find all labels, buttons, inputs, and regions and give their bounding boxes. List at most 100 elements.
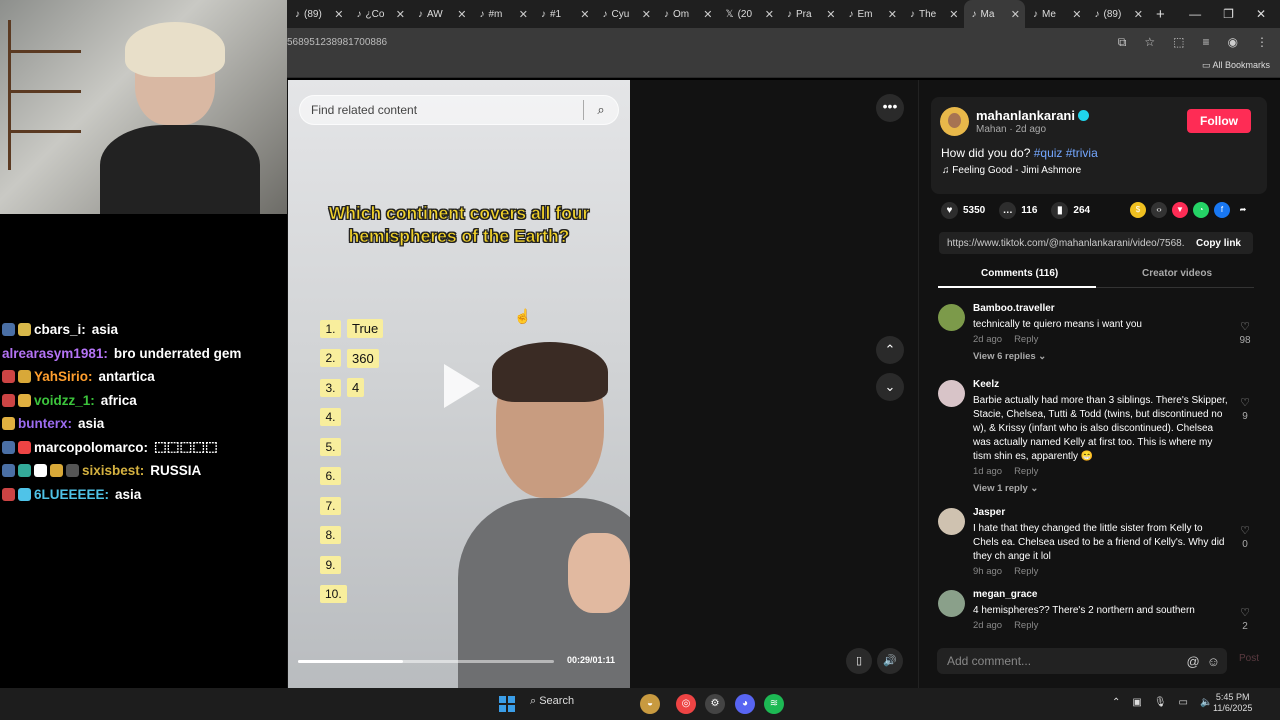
creator-avatar[interactable] xyxy=(940,107,969,136)
comment-heart-icon[interactable]: ♡ xyxy=(1236,606,1254,619)
close-icon[interactable]: ✕ xyxy=(703,8,712,21)
browser-tab[interactable]: ♪ (89) ✕ xyxy=(1087,0,1149,28)
star-icon[interactable]: ☆ xyxy=(1144,35,1155,50)
mic-icon[interactable]: 🎙 xyxy=(1154,697,1167,708)
extensions-icon[interactable]: ⬚ xyxy=(1173,35,1184,50)
embed-icon[interactable]: ‹› xyxy=(1151,202,1167,218)
related-search-input[interactable] xyxy=(300,103,583,117)
browser-tab[interactable]: ♪ (89) ✕ xyxy=(287,0,349,28)
next-video-icon[interactable]: ⌄ xyxy=(876,373,904,401)
browser-tab[interactable]: ♪ ¿Co ✕ xyxy=(349,0,411,28)
save-button[interactable]: ▮ 264 xyxy=(1051,201,1090,219)
media-icon[interactable]: ≡ xyxy=(1203,35,1210,50)
coin-icon[interactable]: $ xyxy=(1130,202,1146,218)
browser-tab[interactable]: ♪ #m ✕ xyxy=(472,0,534,28)
add-comment-box[interactable]: @ ☺ xyxy=(937,648,1227,674)
send-icon[interactable]: ▼ xyxy=(1172,202,1188,218)
view-replies-button[interactable]: View 6 replies ⌄ xyxy=(973,351,1046,362)
post-link[interactable]: https://www.tiktok.com/@mahanlankarani/v… xyxy=(939,238,1184,249)
like-button[interactable]: ♥ 5350 xyxy=(941,201,985,219)
play-icon[interactable] xyxy=(444,364,480,408)
chat-username[interactable]: alrearasym1981: xyxy=(2,346,108,361)
more-options-icon[interactable]: ••• xyxy=(876,94,904,122)
comment-heart-icon[interactable]: ♡ xyxy=(1236,396,1254,409)
copy-link-button[interactable]: Copy link xyxy=(1196,238,1253,249)
facebook-icon[interactable]: f xyxy=(1214,202,1230,218)
speaker-icon[interactable]: 🔈 xyxy=(1200,697,1212,708)
comment-avatar[interactable] xyxy=(938,304,965,331)
taskbar-search[interactable]: ⌕ Search xyxy=(530,695,574,708)
comment-avatar[interactable] xyxy=(938,590,965,617)
taskbar-food-icon[interactable]: ◒ xyxy=(640,694,660,714)
browser-tab[interactable]: ♪ Em ✕ xyxy=(841,0,903,28)
chat-username[interactable]: 6LUEEEEE: xyxy=(34,487,109,502)
close-icon[interactable]: ✕ xyxy=(334,8,343,21)
search-icon[interactable]: ⌕ xyxy=(584,102,618,118)
hashtags[interactable]: #quiz #trivia xyxy=(1034,146,1098,160)
tray-app-icon[interactable]: ▣ xyxy=(1132,697,1141,708)
reply-button[interactable]: Reply xyxy=(1014,566,1038,577)
chat-username[interactable]: bunterx: xyxy=(18,416,72,431)
maximize-icon[interactable]: ❐ xyxy=(1223,7,1234,21)
whatsapp-icon[interactable]: ◔ xyxy=(1193,202,1209,218)
close-icon[interactable]: ✕ xyxy=(396,8,405,21)
tab-creator-videos[interactable]: Creator videos xyxy=(1142,268,1212,279)
close-icon[interactable]: ✕ xyxy=(1072,8,1081,21)
spotify-icon[interactable]: ≋ xyxy=(764,694,784,714)
browser-tab[interactable]: ♪ The ✕ xyxy=(902,0,964,28)
comment-button[interactable]: … 116 xyxy=(999,201,1037,219)
comment-heart-icon[interactable]: ♡ xyxy=(1236,524,1254,537)
comment-username[interactable]: megan_grace xyxy=(973,589,1037,600)
music-link[interactable]: ♫ Feeling Good - Jimi Ashmore xyxy=(942,165,1081,176)
tab-comments[interactable]: Comments (116) xyxy=(981,268,1058,279)
address-bar[interactable]: 568951238981700886 ⧉ ☆ ⬚ ≡ ◉ ⋮ xyxy=(287,28,1280,56)
taskbar-app-icon[interactable]: ⚙ xyxy=(705,694,725,714)
close-icon[interactable]: ✕ xyxy=(580,8,589,21)
new-tab-icon[interactable]: + xyxy=(1156,6,1165,23)
close-icon[interactable]: ✕ xyxy=(949,8,958,21)
reply-button[interactable]: Reply xyxy=(1014,620,1038,631)
chat-username[interactable]: YahSirio: xyxy=(34,369,93,384)
taskbar-clock[interactable]: 5:45 PM 11/6/2025 xyxy=(1213,692,1252,714)
close-icon[interactable]: ✕ xyxy=(519,8,528,21)
video-progress[interactable] xyxy=(298,660,554,663)
close-icon[interactable]: ✕ xyxy=(1011,8,1020,21)
browser-tab[interactable]: ♪ Ma ✕ xyxy=(963,0,1025,28)
browser-tab[interactable]: ♪ AW ✕ xyxy=(410,0,472,28)
browser-tab[interactable]: ♪ Om ✕ xyxy=(656,0,718,28)
close-icon[interactable]: ✕ xyxy=(642,8,651,21)
windows-start-icon[interactable] xyxy=(499,696,515,712)
chat-username[interactable]: voidzz_1: xyxy=(34,393,95,408)
close-icon[interactable]: ✕ xyxy=(1134,8,1143,21)
comment-avatar[interactable] xyxy=(938,508,965,535)
close-icon[interactable]: ✕ xyxy=(826,8,835,21)
close-icon[interactable]: ✕ xyxy=(765,8,774,21)
tray-chevron-icon[interactable]: ⌃ xyxy=(1112,697,1120,708)
close-icon[interactable]: ✕ xyxy=(457,8,466,21)
browser-tab[interactable]: ♪ #1 ✕ xyxy=(533,0,595,28)
follow-button[interactable]: Follow xyxy=(1187,109,1251,133)
comment-username[interactable]: Bamboo.traveller xyxy=(973,303,1055,314)
browser-tab[interactable]: ♪ Cyu ✕ xyxy=(595,0,657,28)
add-comment-input[interactable] xyxy=(937,654,1187,668)
share-icon[interactable]: ➦ xyxy=(1235,202,1251,218)
video-player[interactable]: ⌕ Which continent covers all four hemisp… xyxy=(288,80,630,688)
creator-username[interactable]: mahanlankarani xyxy=(976,108,1089,123)
browser-tab[interactable]: 𝕏 (20 ✕ xyxy=(718,0,780,28)
mention-icon[interactable]: @ xyxy=(1187,654,1200,669)
discord-icon[interactable]: ◕ xyxy=(735,694,755,714)
cast-icon[interactable]: ⧉ xyxy=(1118,35,1127,50)
profile-icon[interactable]: ◉ xyxy=(1228,35,1238,50)
post-button[interactable]: Post xyxy=(1239,653,1259,664)
minimize-icon[interactable]: — xyxy=(1189,7,1201,21)
comment-avatar[interactable] xyxy=(938,380,965,407)
comment-username[interactable]: Keelz xyxy=(973,379,999,390)
menu-icon[interactable]: ⋮ xyxy=(1256,35,1268,50)
view-replies-button[interactable]: View 1 reply ⌄ xyxy=(973,483,1038,494)
volume-icon[interactable]: 🔊 xyxy=(877,648,903,674)
close-icon[interactable]: ✕ xyxy=(888,8,897,21)
browser-tab[interactable]: ♪ Pra ✕ xyxy=(779,0,841,28)
close-window-icon[interactable]: ✕ xyxy=(1256,7,1266,21)
all-bookmarks[interactable]: ▭ All Bookmarks xyxy=(1202,60,1270,71)
chrome-icon[interactable]: ◎ xyxy=(676,694,696,714)
